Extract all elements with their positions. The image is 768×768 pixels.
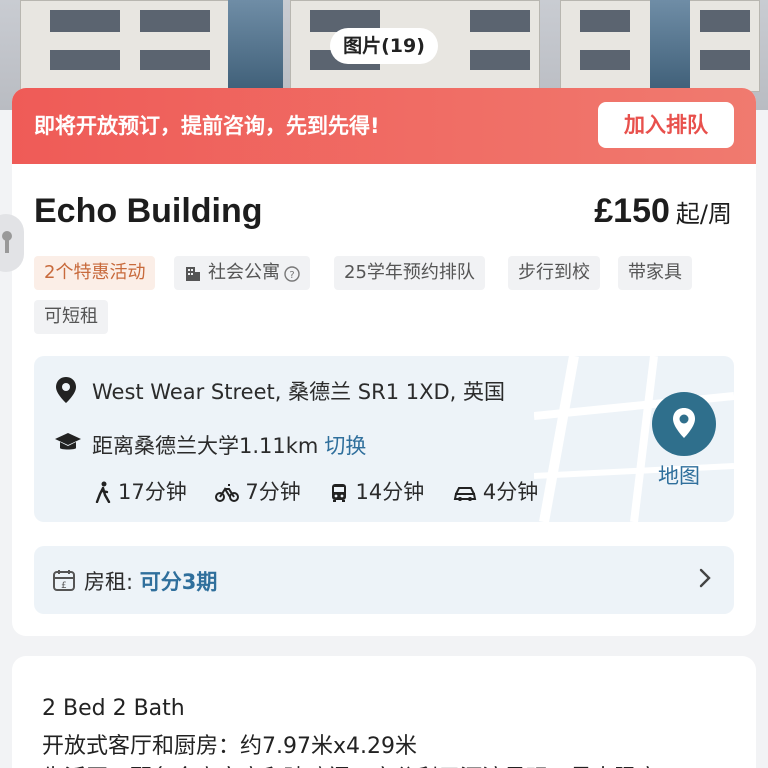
tag-label: 2个特惠活动	[44, 262, 146, 283]
tag-label: 25学年预约排队	[344, 262, 475, 283]
address-row: West Wear Street, 桑德兰 SR1 1XD, 英国	[54, 376, 505, 406]
distance-text: 距离桑德兰大学1.11km	[92, 434, 319, 458]
commute-bike-time: 7分钟	[245, 480, 301, 504]
rent-installment-value: 可分3期	[139, 570, 218, 594]
chevron-right-icon	[699, 568, 711, 588]
location-panel[interactable]: West Wear Street, 桑德兰 SR1 1XD, 英国 距离桑德兰大…	[34, 356, 734, 522]
switch-school-link[interactable]: 切换	[324, 434, 366, 458]
property-info-card: 即将开放预订，提前咨询，先到先得! 加入排队 Echo Building £15…	[12, 88, 756, 636]
graduation-cap-icon	[55, 433, 81, 450]
promo-banner: 即将开放预订，提前咨询，先到先得! 加入排队	[12, 88, 756, 164]
description-line: 开放式客厅和厨房：约7.97米x4.29米	[42, 734, 417, 759]
side-handle[interactable]	[0, 214, 24, 272]
address-text: West Wear Street, 桑德兰 SR1 1XD, 英国	[92, 380, 505, 404]
commute-car: 4分钟	[453, 480, 538, 504]
walk-icon	[95, 481, 111, 504]
svg-text:£: £	[61, 581, 67, 591]
tag-furnished[interactable]: 带家具	[618, 256, 692, 290]
map-label[interactable]: 地图	[658, 460, 700, 490]
tag-preorder[interactable]: 25学年预约排队	[334, 256, 485, 290]
rent-label: 房租: 可分3期	[84, 566, 217, 596]
distance-row: 距离桑德兰大学1.11km 切换	[54, 430, 366, 460]
photo-count-badge[interactable]: 图片(19)	[330, 28, 438, 64]
promo-text: 即将开放预订，提前咨询，先到先得!	[34, 114, 380, 138]
tag-label: 步行到校	[518, 262, 590, 283]
calendar-icon: £	[53, 570, 75, 591]
location-pin-icon	[56, 377, 76, 403]
commute-bus-time: 14分钟	[355, 480, 425, 504]
tag-walk-to-school[interactable]: 步行到校	[508, 256, 600, 290]
commute-bus: 14分钟	[329, 480, 424, 504]
key-icon	[2, 231, 12, 253]
price-amount: £150	[594, 192, 670, 230]
tag-offers[interactable]: 2个特惠活动	[34, 256, 156, 290]
rent-label-text: 房租:	[84, 570, 134, 594]
map-button[interactable]	[652, 392, 716, 456]
description-line: 生活区，配备全高窗户和玻璃门，充分利用河滨景观，最大限度	[42, 760, 658, 768]
map-pin-icon	[673, 408, 695, 438]
tag-label: 可短租	[44, 306, 98, 327]
bike-icon	[215, 484, 240, 502]
bus-icon	[332, 484, 347, 502]
property-name: Echo Building	[34, 192, 263, 230]
description-card: 2 Bed 2 Bath 开放式客厅和厨房：约7.97米x4.29米 生活区，配…	[12, 656, 756, 768]
rent-installment-row[interactable]: £ 房租: 可分3期	[34, 546, 734, 614]
building-icon	[186, 267, 200, 281]
tag-apartment-type[interactable]: 社会公寓?	[174, 256, 310, 290]
commute-walk: 17分钟	[94, 480, 187, 504]
help-icon[interactable]: ?	[284, 266, 300, 282]
tag-label: 社会公寓	[208, 262, 280, 283]
description-line: 2 Bed 2 Bath	[42, 696, 185, 721]
car-icon	[453, 487, 477, 501]
tag-short-let[interactable]: 可短租	[34, 300, 108, 334]
commute-car-time: 4分钟	[482, 480, 539, 504]
price: £150 起/周	[594, 192, 732, 231]
commute-bike: 7分钟	[215, 480, 301, 504]
join-queue-button[interactable]: 加入排队	[598, 102, 734, 148]
commute-walk-time: 17分钟	[118, 480, 187, 504]
svg-text:?: ?	[289, 270, 294, 281]
tag-label: 带家具	[628, 262, 682, 283]
price-unit: 起/周	[675, 200, 732, 228]
commute-times: 17分钟 7分钟 14分钟 4分钟	[94, 476, 560, 506]
